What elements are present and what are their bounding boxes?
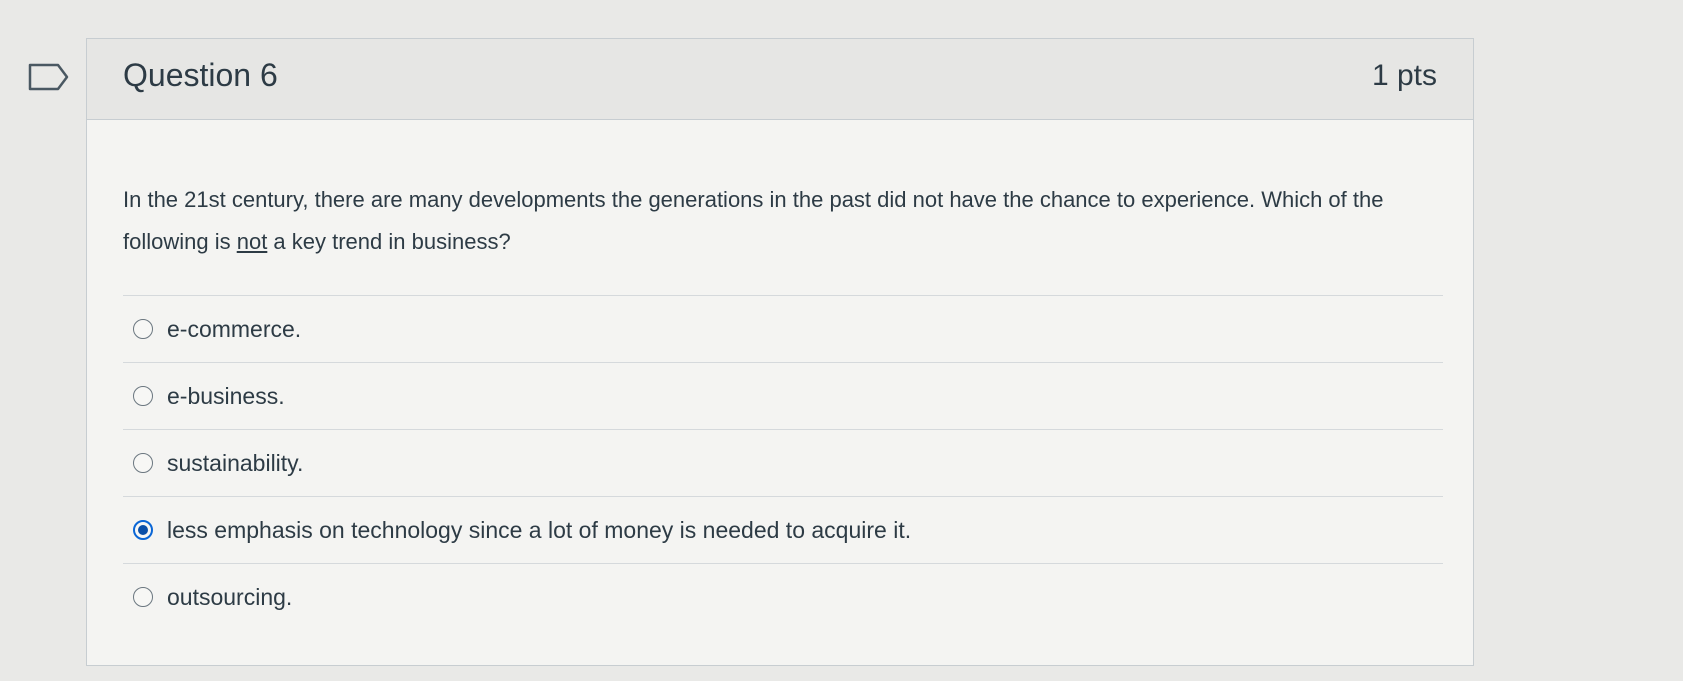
- answer-option[interactable]: e-business.: [123, 362, 1443, 429]
- radio-button[interactable]: [133, 319, 153, 339]
- radio-button[interactable]: [133, 453, 153, 473]
- question-header: Question 6 1 pts: [87, 39, 1473, 120]
- radio-button-selected[interactable]: [133, 520, 153, 540]
- answer-label: less emphasis on technology since a lot …: [167, 516, 912, 543]
- question-title: Question 6: [123, 57, 278, 93]
- question-text-emphasis: not: [236, 229, 268, 254]
- answer-label: e-business.: [167, 382, 285, 409]
- answer-label: sustainability.: [167, 449, 304, 476]
- question-text-part: a key trend in business?: [267, 229, 511, 254]
- answer-option[interactable]: outsourcing.: [123, 563, 1443, 630]
- question-points: 1 pts: [1371, 59, 1437, 92]
- answer-label: e-commerce.: [167, 315, 302, 342]
- question-card: Question 6 1 pts In the 21st century, th…: [86, 38, 1474, 666]
- answer-option[interactable]: sustainability.: [123, 429, 1443, 496]
- radio-button[interactable]: [133, 386, 153, 406]
- answer-list: e-commerce. e-business. sustainability. …: [123, 295, 1443, 630]
- radio-button[interactable]: [133, 587, 153, 607]
- flag-question-icon[interactable]: [28, 62, 70, 92]
- question-text: In the 21st century, there are many deve…: [123, 179, 1443, 263]
- answer-option[interactable]: e-commerce.: [123, 295, 1443, 362]
- answer-option[interactable]: less emphasis on technology since a lot …: [123, 496, 1443, 563]
- answer-label: outsourcing.: [167, 583, 293, 610]
- page: Question 6 1 pts In the 21st century, th…: [0, 0, 1683, 681]
